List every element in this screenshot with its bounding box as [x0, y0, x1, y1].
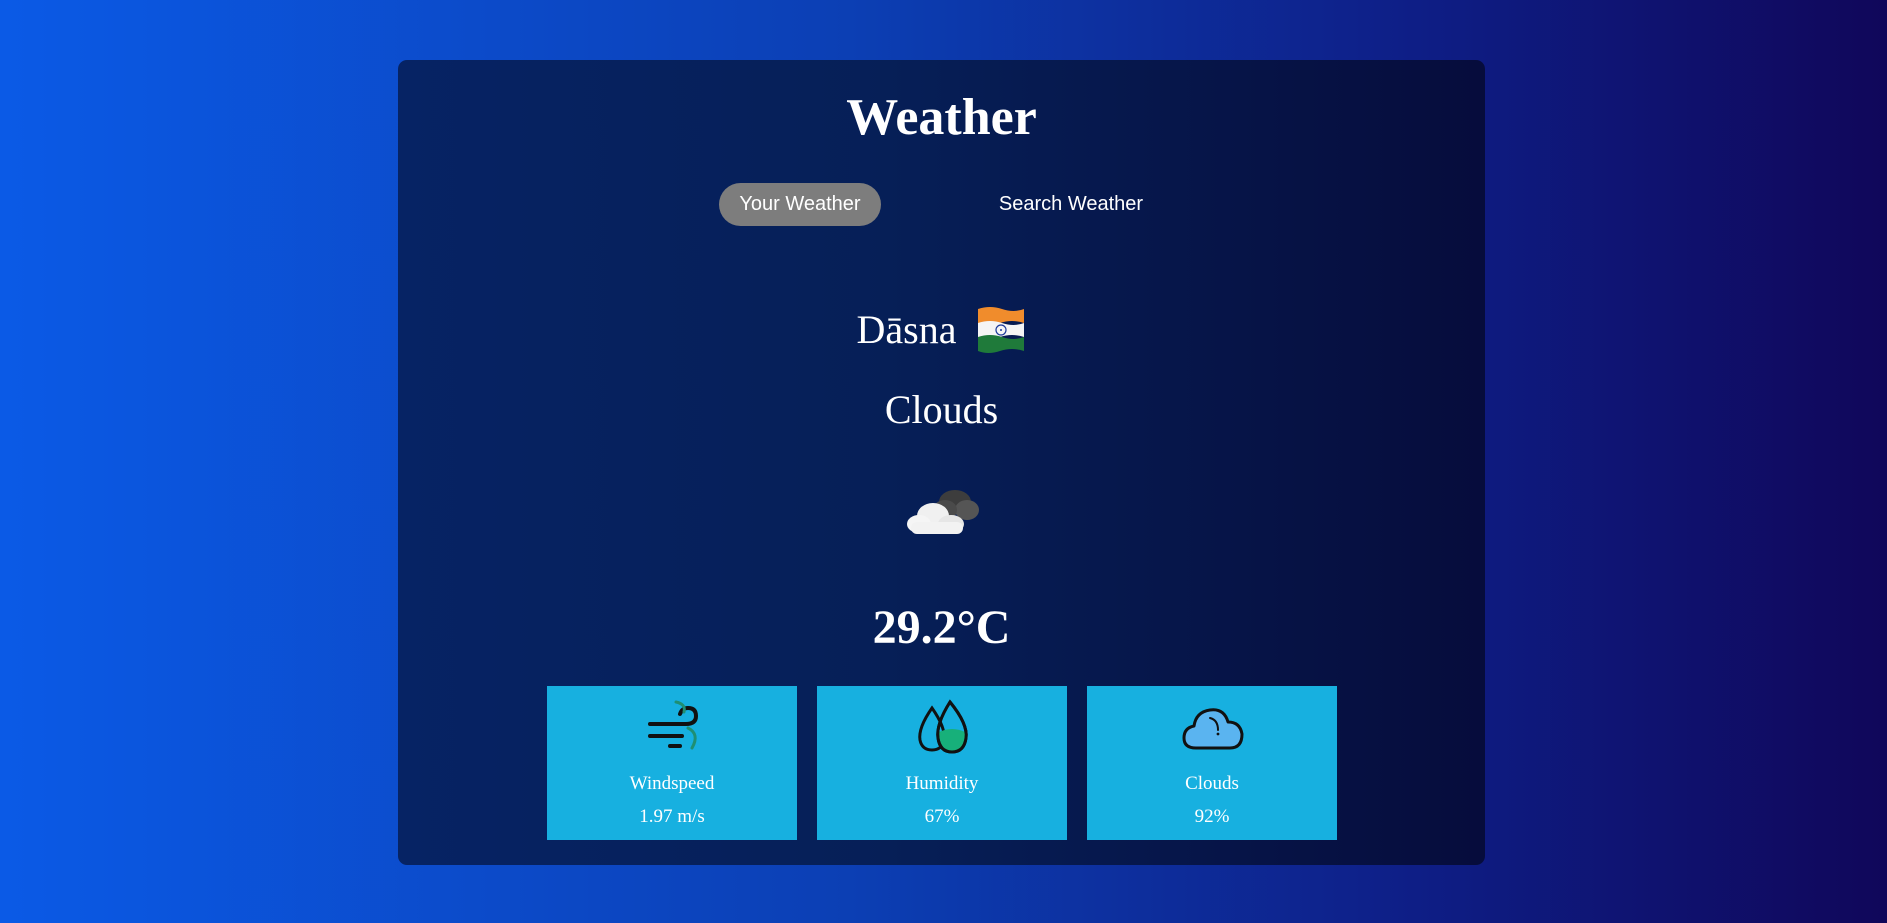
stat-value: 92% [1194, 806, 1230, 827]
humidity-tile: Humidity 67% [817, 686, 1067, 840]
tab-bar: Your Weather Search Weather [398, 183, 1485, 226]
stat-label: Clouds [1185, 773, 1239, 794]
humidity-drops-icon [918, 699, 968, 754]
tab-your-weather[interactable]: Your Weather [719, 183, 881, 226]
cloud-icon [1182, 708, 1244, 750]
page-title: Weather [846, 89, 1037, 146]
india-flag-icon [978, 306, 1025, 353]
tab-search-weather[interactable]: Search Weather [990, 183, 1152, 226]
stat-value: 1.97 m/s [639, 806, 705, 827]
clouds-tile: Clouds 92% [1087, 686, 1337, 840]
city-name: Dāsna [856, 307, 957, 352]
weather-card: Weather Your Weather Search Weather Dāsn… [398, 60, 1485, 865]
stats-row: Windspeed 1.97 m/s Humidity 67% Clouds 9… [547, 686, 1337, 840]
wind-icon [648, 700, 699, 750]
stat-label: Windspeed [629, 773, 715, 794]
windspeed-tile: Windspeed 1.97 m/s [547, 686, 797, 840]
stat-value: 67% [924, 806, 960, 827]
temperature-value: 29.2°C [872, 601, 1011, 654]
stat-label: Humidity [905, 773, 979, 794]
weather-condition: Clouds [884, 387, 999, 432]
cloud-icon [907, 490, 979, 534]
location-row: Dāsna [398, 300, 1485, 360]
